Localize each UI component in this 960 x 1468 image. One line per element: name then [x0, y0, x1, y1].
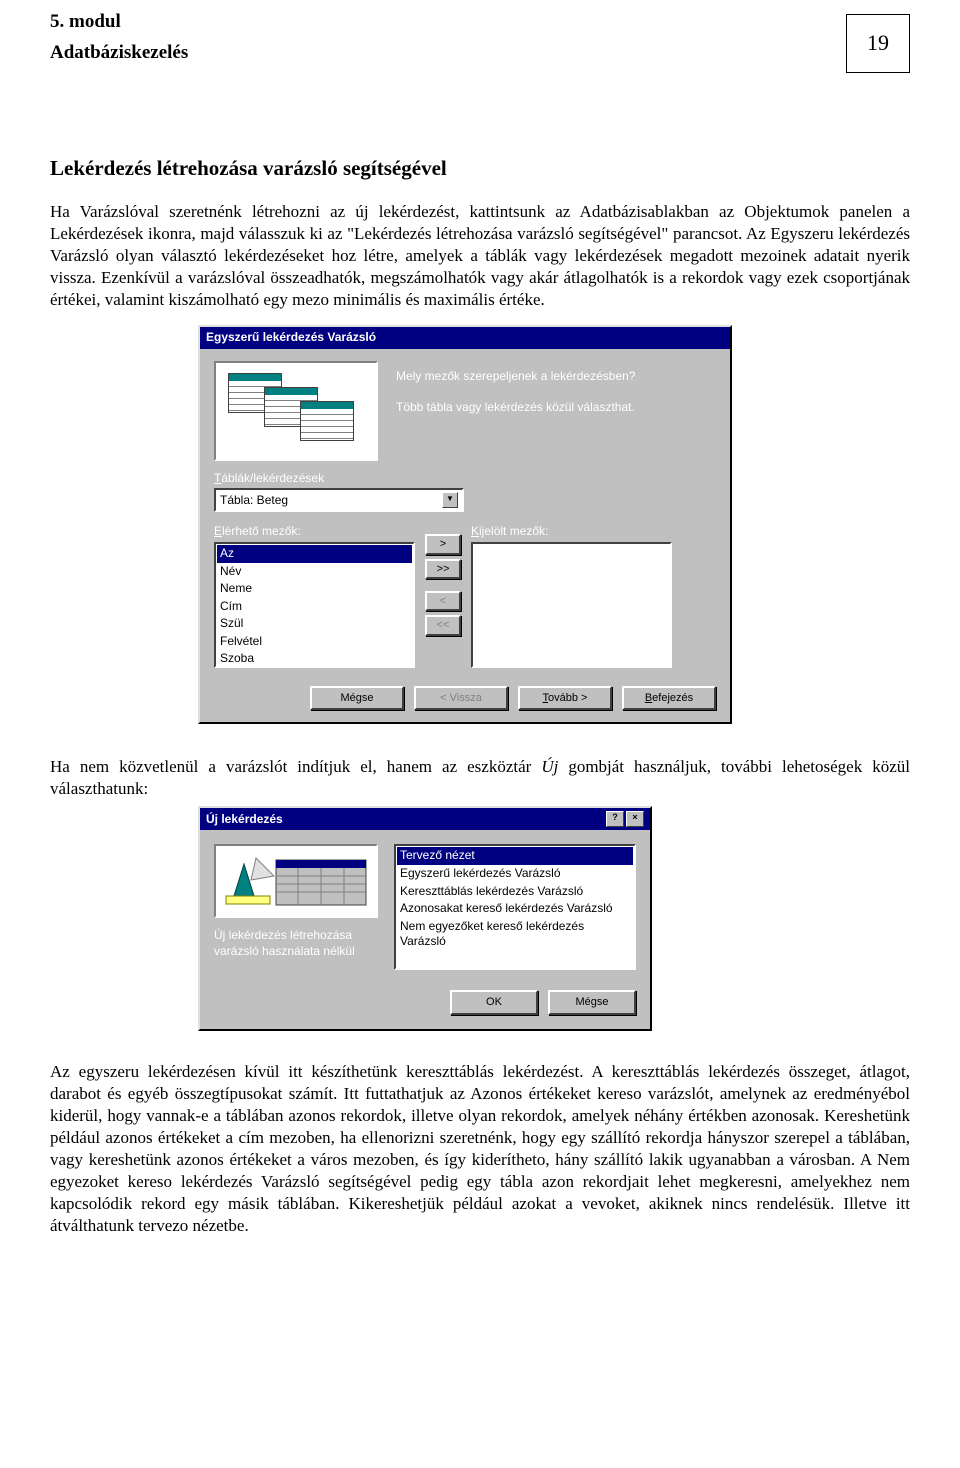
available-fields-label: Elérhető mezők:Elérhető mezők: — [214, 524, 415, 540]
close-icon[interactable]: × — [626, 811, 644, 827]
list-item[interactable]: Az — [217, 545, 412, 563]
new-query-dialog: Új lekérdezés ? × — [198, 806, 652, 1030]
selected-fields-list[interactable] — [471, 542, 672, 668]
new-query-options-list[interactable]: Tervező nézet Egyszerű lekérdezés Varázs… — [394, 844, 636, 970]
next-button[interactable]: Tovább >Tovább > — [518, 686, 612, 710]
add-field-button[interactable]: > — [425, 534, 461, 554]
remove-field-button[interactable]: < — [425, 591, 461, 611]
page-header: 5. modul Adatbáziskezelés 19 — [50, 10, 910, 65]
paragraph-3: Az egyszeru lekérdezésen kívül itt készí… — [50, 1061, 910, 1238]
list-item[interactable]: Szül — [217, 615, 412, 633]
list-item[interactable]: Szoba — [217, 650, 412, 667]
page-number: 19 — [846, 14, 910, 73]
remove-all-fields-button[interactable]: << — [425, 615, 461, 635]
new-query-caption: Új lekérdezés létrehozása varázsló haszn… — [214, 928, 378, 959]
finish-button[interactable]: BefejezésBefejezés — [622, 686, 716, 710]
available-fields-list[interactable]: Az Név Neme Cím Szül Felvétel Szoba — [214, 542, 415, 668]
wizard-illustration — [214, 361, 378, 461]
wizard-hint: Több tábla vagy lekérdezés közül választ… — [396, 398, 635, 417]
table-dropdown[interactable]: Tábla: Beteg ▼ — [214, 488, 464, 512]
ok-button[interactable]: OK — [450, 990, 538, 1014]
table-dropdown-value: Tábla: Beteg — [220, 493, 288, 509]
module-label: 5. modul — [50, 10, 910, 35]
tables-label: TTáblák/lekérdezésekáblák/lekérdezések — [214, 471, 716, 487]
chevron-down-icon[interactable]: ▼ — [442, 492, 458, 508]
list-item[interactable]: Kereszttáblás lekérdezés Varázsló — [397, 883, 633, 901]
help-icon[interactable]: ? — [606, 811, 624, 827]
new-query-title: Új lekérdezés — [206, 812, 283, 828]
list-item[interactable]: Azonosakat kereső lekérdezés Varázsló — [397, 900, 633, 918]
wizard-question: Mely mezők szerepeljenek a lekérdezésben… — [396, 367, 635, 386]
cancel-button[interactable]: Mégse — [310, 686, 404, 710]
list-item[interactable]: Egyszerű lekérdezés Varázsló — [397, 865, 633, 883]
back-button[interactable]: < Vissza — [414, 686, 508, 710]
new-query-illustration — [214, 844, 378, 918]
list-item[interactable]: Név — [217, 563, 412, 581]
cancel-button[interactable]: Mégse — [548, 990, 636, 1014]
wizard-dialog: Egyszerű lekérdezés Varázsló Mely mezők … — [198, 325, 732, 724]
wizard-title: Egyszerű lekérdezés Varázsló — [206, 330, 376, 346]
list-item[interactable]: Neme — [217, 580, 412, 598]
module-title: Adatbáziskezelés — [50, 41, 910, 66]
wizard-titlebar: Egyszerű lekérdezés Varázsló — [200, 327, 730, 349]
selected-fields-label: Kijelölt mezők:Kijelölt mezők: — [471, 524, 672, 540]
list-item[interactable]: Nem egyezőket kereső lekérdezés Varázsló — [397, 918, 633, 951]
add-all-fields-button[interactable]: >> — [425, 559, 461, 579]
paragraph-1: Ha Varázslóval szeretnénk létrehozni az … — [50, 201, 910, 311]
new-query-titlebar: Új lekérdezés ? × — [200, 808, 650, 830]
list-item[interactable]: Cím — [217, 598, 412, 616]
section-title: Lekérdezés létrehozása varázsló segítség… — [50, 155, 910, 182]
list-item[interactable]: Felvétel — [217, 633, 412, 651]
paragraph-2: Ha nem közvetlenül a varázslót indítjuk … — [50, 756, 910, 800]
list-item[interactable]: Tervező nézet — [397, 847, 633, 865]
